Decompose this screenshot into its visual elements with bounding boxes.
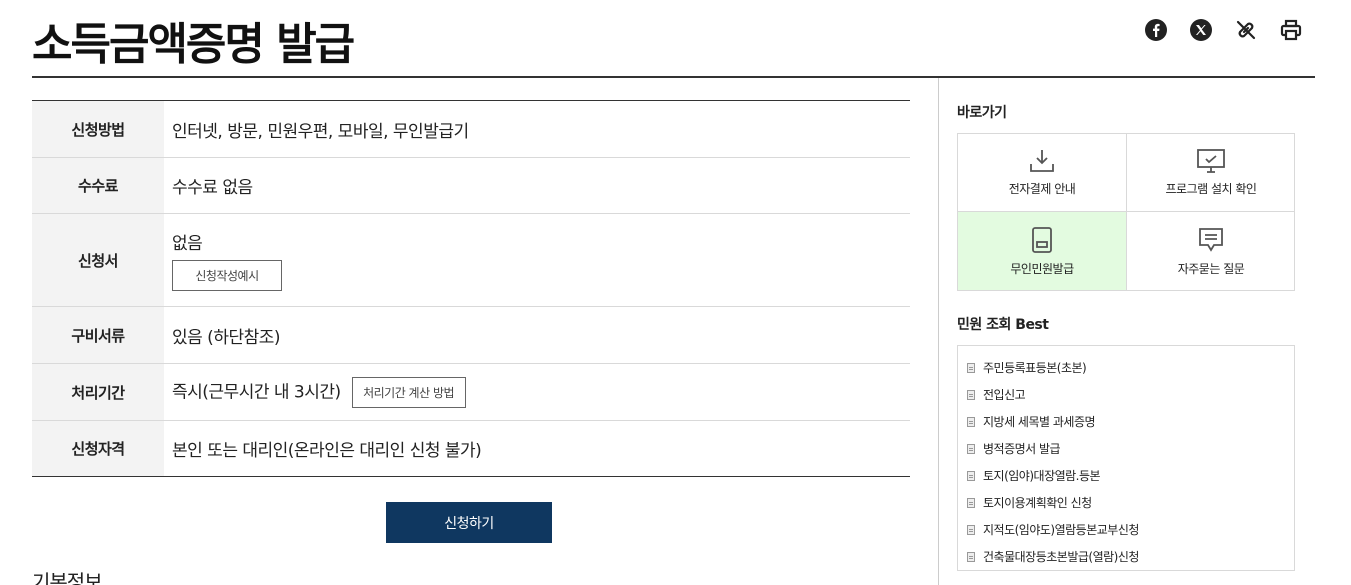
table-row: 구비서류 있음 (하단참조) [32,306,910,364]
form-example-button[interactable]: 신청작성예시 [172,260,282,291]
print-icon[interactable] [1277,16,1305,44]
table-row: 신청자격 본인 또는 대리인(온라인은 대리인 신청 불가) [32,420,910,477]
row-value: 즉시(근무시간 내 3시간) [172,382,341,402]
list-item[interactable]: 지적도(임야도)열람등본교부신청 [958,516,1294,543]
list-item[interactable]: 주민등록표등본(초본) [958,354,1294,381]
monitor-check-icon [1197,149,1225,173]
row-label: 신청자격 [32,420,164,477]
document-icon [967,362,975,373]
facebook-icon[interactable] [1142,16,1170,44]
row-label: 구비서류 [32,306,164,364]
document-icon [967,389,975,400]
sidebar-divider [938,78,939,585]
share-toolbar [1142,16,1305,44]
document-icon [967,443,975,454]
page-title: 소득금액증명 발급 [32,19,355,70]
info-table: 신청방법 인터넷, 방문, 민원우편, 모바일, 무인발급기 수수료 수수료 없… [32,100,910,477]
row-label: 처리기간 [32,363,164,421]
list-item[interactable]: 지방세 세목별 과세증명 [958,408,1294,435]
quick-links-title: 바로가기 [957,105,1007,121]
table-row: 처리기간 즉시(근무시간 내 3시간) 처리기간 계산 방법 [32,363,910,421]
row-value: 수수료 없음 [164,157,910,214]
speech-bubble-icon [1199,227,1223,252]
link-icon[interactable] [1232,16,1260,44]
row-label: 신청서 [32,213,164,307]
table-row: 수수료 수수료 없음 [32,157,910,214]
document-icon [967,524,975,535]
table-row: 신청서 없음 신청작성예시 [32,213,910,307]
quick-link-label: 프로그램 설치 확인 [1165,182,1257,196]
quick-link-program-check[interactable]: 프로그램 설치 확인 [1127,134,1295,212]
list-item[interactable]: 토지이용계획확인 신청 [958,489,1294,516]
table-row: 신청방법 인터넷, 방문, 민원우편, 모바일, 무인발급기 [32,100,910,158]
list-item-label: 토지(임야)대장열람.등본 [983,469,1101,483]
processing-period-button[interactable]: 처리기간 계산 방법 [351,376,466,408]
apply-button[interactable]: 신청하기 [386,502,552,543]
list-item[interactable]: 병적증명서 발급 [958,435,1294,462]
row-label: 신청방법 [32,100,164,158]
list-item-label: 주민등록표등본(초본) [983,361,1087,375]
list-item-label: 지적도(임야도)열람등본교부신청 [983,523,1139,537]
row-value: 본인 또는 대리인(온라인은 대리인 신청 불가) [172,441,482,461]
quick-links: 전자결제 안내 프로그램 설치 확인 무인민원발급 자주묻는 질문 [957,133,1295,291]
twitter-icon[interactable] [1187,16,1215,44]
quick-link-payment[interactable]: 전자결제 안내 [958,134,1127,212]
list-item-label: 전입신고 [983,388,1026,402]
document-icon [967,470,975,481]
list-item-label: 지방세 세목별 과세증명 [983,415,1096,429]
quick-link-label: 무인민원발급 [1010,261,1074,276]
document-icon [967,497,975,508]
document-icon [967,551,975,562]
list-item[interactable]: 건축물대장등초본발급(열람)신청 [958,543,1294,570]
list-item-label: 토지이용계획확인 신청 [983,496,1092,510]
row-value: 있음 (하단참조) [164,306,910,364]
download-icon [1030,150,1054,172]
quick-link-label: 전자결제 안내 [1008,182,1076,196]
row-value: 없음 [172,234,203,254]
document-icon [967,416,975,427]
list-item-label: 건축물대장등초본발급(열람)신청 [983,550,1139,564]
list-item[interactable]: 토지(임야)대장열람.등본 [958,462,1294,489]
row-value: 인터넷, 방문, 민원우편, 모바일, 무인발급기 [164,100,910,158]
best-list: 주민등록표등본(초본) 전입신고 지방세 세목별 과세증명 병적증명서 발급 토… [957,345,1295,571]
row-label: 수수료 [32,157,164,214]
best-title: 민원 조회 Best [957,317,1049,333]
quick-link-kiosk[interactable]: 무인민원발급 [958,212,1127,290]
title-divider [32,76,1315,78]
quick-link-label: 자주묻는 질문 [1177,261,1245,276]
section-heading: 기본정보 [32,570,103,585]
list-item-label: 병적증명서 발급 [983,442,1061,456]
kiosk-icon [1032,226,1052,253]
list-item[interactable]: 전입신고 [958,381,1294,408]
quick-link-faq[interactable]: 자주묻는 질문 [1127,212,1295,290]
